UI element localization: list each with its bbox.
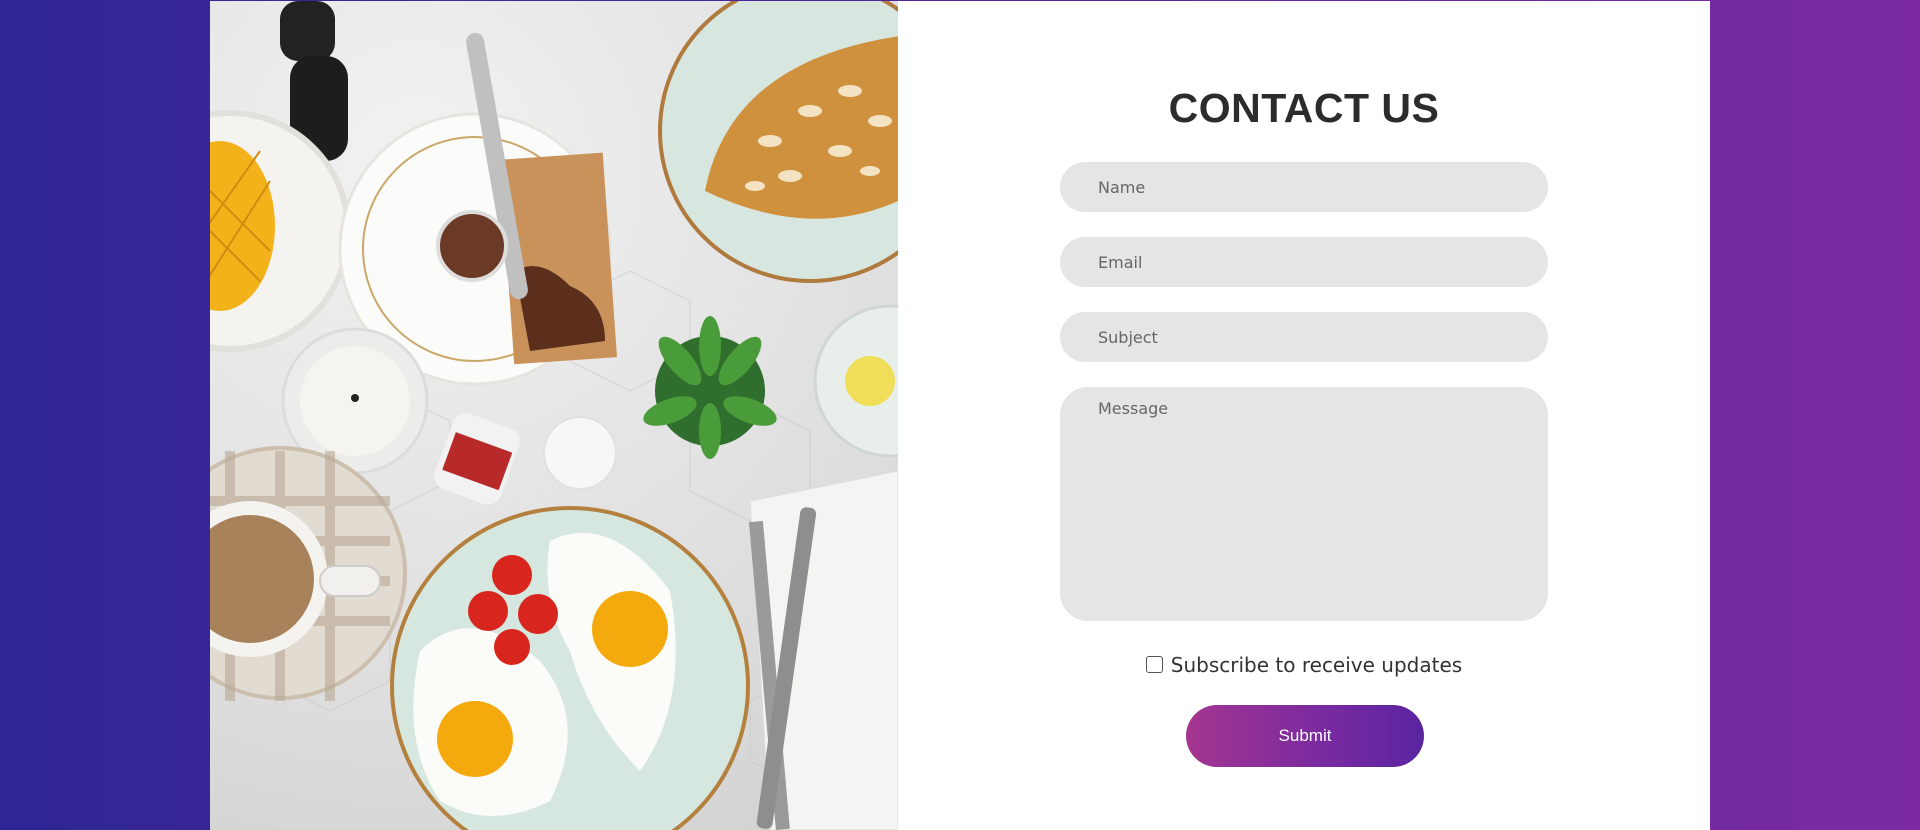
page-title: CONTACT US	[1168, 85, 1440, 131]
breakfast-photo	[210, 1, 898, 830]
subject-field[interactable]	[1060, 312, 1548, 362]
submit-button[interactable]: Submit	[1186, 705, 1424, 767]
email-field[interactable]	[1060, 237, 1548, 287]
contact-form-panel: CONTACT US Subscribe to receive updates …	[898, 1, 1710, 830]
message-field[interactable]	[1060, 387, 1548, 621]
contact-card: CONTACT US Subscribe to receive updates …	[210, 1, 1710, 830]
breakfast-illustration	[210, 1, 898, 830]
subscribe-checkbox[interactable]	[1145, 655, 1163, 673]
subscribe-label[interactable]: Subscribe to receive updates	[1171, 653, 1462, 677]
name-field[interactable]	[1060, 162, 1548, 212]
subscribe-row: Subscribe to receive updates	[898, 653, 1710, 677]
